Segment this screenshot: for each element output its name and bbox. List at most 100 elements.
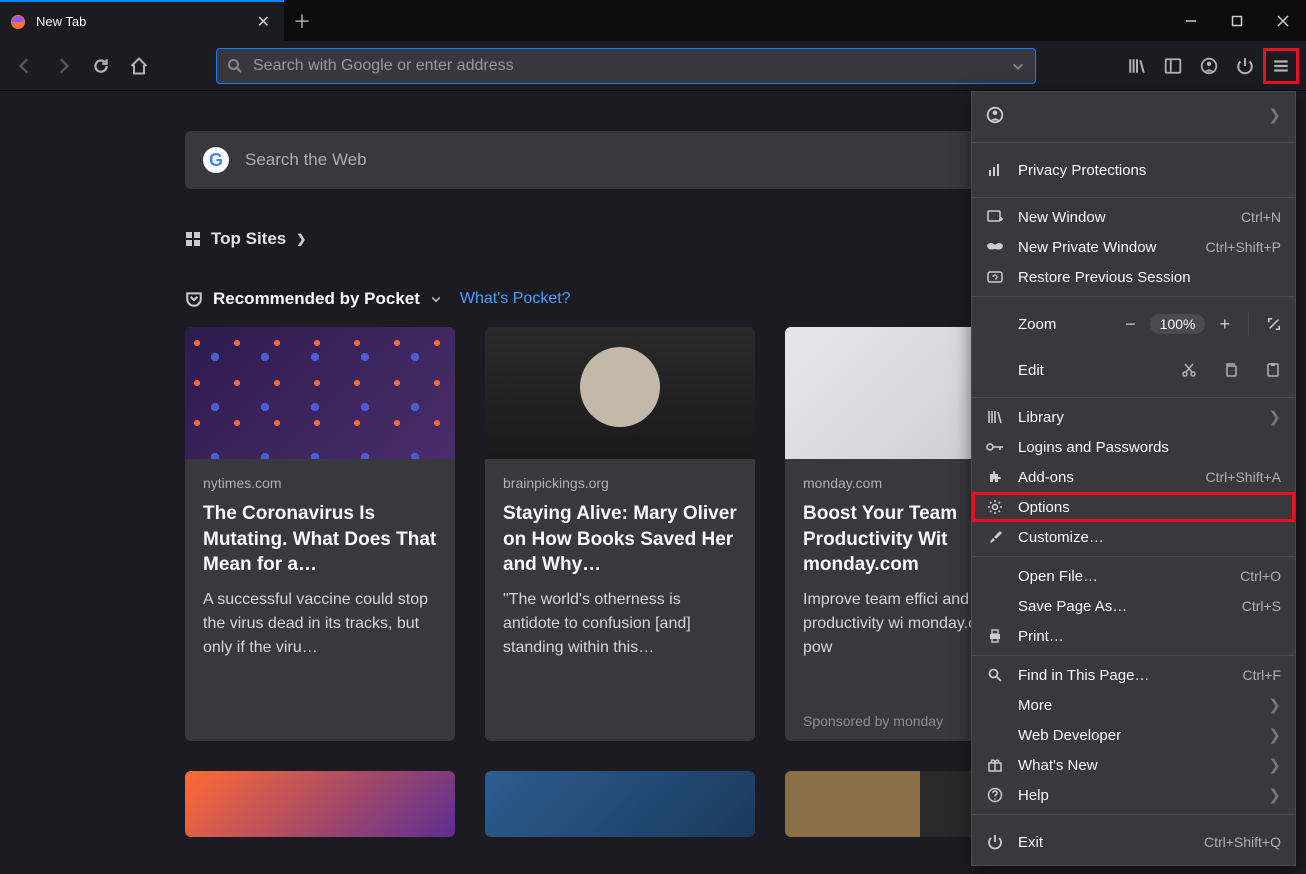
menu-label: Find in This Page… — [1018, 667, 1229, 684]
menu-options[interactable]: Options — [972, 492, 1295, 522]
puzzle-icon — [986, 468, 1004, 486]
pocket-card[interactable] — [185, 771, 455, 837]
help-icon — [986, 786, 1004, 804]
close-tab-icon[interactable]: ✕ — [253, 12, 274, 32]
titlebar: New Tab ✕ ＋ — [0, 0, 1306, 41]
chevron-right-icon: ❯ — [1268, 696, 1281, 714]
zoom-in-button[interactable]: + — [1219, 314, 1230, 335]
minimize-button[interactable] — [1168, 0, 1214, 41]
menu-new-private[interactable]: New Private Window Ctrl+Shift+P — [972, 232, 1295, 262]
privacy-icon — [986, 161, 1004, 179]
menu-save-as[interactable]: Save Page As… Ctrl+S — [972, 591, 1295, 621]
url-bar[interactable] — [216, 48, 1036, 84]
chevron-right-icon: ❯ — [1268, 756, 1281, 774]
menu-label: Exit — [1018, 834, 1190, 851]
menu-label: Privacy Protections — [1018, 162, 1281, 179]
menu-new-window[interactable]: New Window Ctrl+N — [972, 202, 1295, 232]
back-button[interactable] — [8, 49, 42, 83]
shortcut: Ctrl+N — [1241, 209, 1281, 225]
menu-label: More — [1018, 697, 1254, 714]
menu-more[interactable]: More ❯ — [972, 690, 1295, 720]
pocket-label: Recommended by Pocket — [213, 289, 420, 309]
search-icon — [986, 666, 1004, 684]
forward-button[interactable] — [46, 49, 80, 83]
shortcut: Ctrl+O — [1240, 568, 1281, 584]
gift-icon — [986, 756, 1004, 774]
menu-find[interactable]: Find in This Page… Ctrl+F — [972, 660, 1295, 690]
library-icon — [986, 408, 1004, 426]
fullscreen-button[interactable] — [1267, 317, 1281, 331]
menu-label: New Private Window — [1018, 239, 1192, 256]
menu-label: Print… — [1018, 628, 1281, 645]
menu-account[interactable]: ❯ — [972, 92, 1295, 138]
chevron-right-icon: ❯ — [1268, 786, 1281, 804]
search-icon — [227, 58, 243, 74]
search-placeholder: Search the Web — [245, 150, 367, 170]
new-tab-button[interactable]: ＋ — [284, 0, 320, 41]
zoom-out-button[interactable]: − — [1125, 314, 1136, 335]
print-icon — [986, 627, 1004, 645]
paste-button[interactable] — [1265, 362, 1281, 378]
google-logo-icon: G — [203, 147, 229, 173]
menu-label: Restore Previous Session — [1018, 269, 1281, 286]
account-icon[interactable] — [1192, 49, 1226, 83]
zoom-value[interactable]: 100% — [1150, 314, 1206, 334]
library-icon[interactable] — [1120, 49, 1154, 83]
menu-print[interactable]: Print… — [972, 621, 1295, 651]
chevron-right-icon: ❯ — [296, 232, 306, 246]
reload-button[interactable] — [84, 49, 118, 83]
pocket-card[interactable]: brainpickings.org Staying Alive: Mary Ol… — [485, 327, 755, 741]
menu-logins[interactable]: Logins and Passwords — [972, 432, 1295, 462]
pocket-icon — [185, 290, 203, 308]
firefox-favicon — [10, 14, 26, 30]
menu-open-file[interactable]: Open File… Ctrl+O — [972, 561, 1295, 591]
dropdown-icon[interactable] — [1011, 59, 1025, 73]
copy-button[interactable] — [1223, 362, 1239, 378]
menu-privacy[interactable]: Privacy Protections — [972, 147, 1295, 193]
menu-whats-new[interactable]: What's New ❯ — [972, 750, 1295, 780]
cut-button[interactable] — [1181, 362, 1197, 378]
restore-icon — [986, 268, 1004, 286]
menu-web-developer[interactable]: Web Developer ❯ — [972, 720, 1295, 750]
card-thumbnail — [185, 327, 455, 459]
maximize-button[interactable] — [1214, 0, 1260, 41]
toolbar — [0, 41, 1306, 91]
gear-icon — [986, 498, 1004, 516]
chevron-right-icon: ❯ — [1268, 408, 1281, 426]
menu-label: Zoom — [1018, 316, 1111, 333]
pocket-card[interactable]: nytimes.com The Coronavirus Is Mutating.… — [185, 327, 455, 741]
card-thumbnail — [485, 327, 755, 459]
app-menu-button[interactable] — [1264, 49, 1298, 83]
card-excerpt: "The world's otherness is antidote to co… — [503, 588, 737, 660]
home-button[interactable] — [122, 49, 156, 83]
menu-zoom: Zoom − 100% + — [972, 301, 1295, 347]
menu-label: What's New — [1018, 757, 1254, 774]
pocket-card[interactable] — [485, 771, 755, 837]
shortcut: Ctrl+S — [1242, 598, 1281, 614]
shortcut: Ctrl+F — [1243, 667, 1282, 683]
menu-help[interactable]: Help ❯ — [972, 780, 1295, 810]
shortcut: Ctrl+Shift+Q — [1204, 834, 1281, 850]
menu-addons[interactable]: Add-ons Ctrl+Shift+A — [972, 462, 1295, 492]
menu-label: Add-ons — [1018, 469, 1192, 486]
menu-label: Options — [1018, 499, 1281, 516]
app-menu: ❯ Privacy Protections New Window Ctrl+N … — [971, 91, 1296, 866]
url-input[interactable] — [253, 57, 1001, 75]
browser-tab[interactable]: New Tab ✕ — [0, 0, 284, 41]
menu-label: Edit — [1018, 362, 1167, 379]
menu-label: Customize… — [1018, 529, 1281, 546]
sidebar-icon[interactable] — [1156, 49, 1190, 83]
menu-library[interactable]: Library ❯ — [972, 402, 1295, 432]
tab-title: New Tab — [36, 14, 253, 29]
menu-exit[interactable]: Exit Ctrl+Shift+Q — [972, 819, 1295, 865]
window-controls — [1168, 0, 1306, 41]
menu-customize[interactable]: Customize… — [972, 522, 1295, 552]
power-icon[interactable] — [1228, 49, 1262, 83]
chevron-right-icon: ❯ — [1268, 726, 1281, 744]
top-sites-label: Top Sites — [211, 229, 286, 249]
shortcut: Ctrl+Shift+P — [1206, 239, 1281, 255]
whats-pocket-link[interactable]: What's Pocket? — [460, 290, 571, 308]
menu-label: Web Developer — [1018, 727, 1254, 744]
close-window-button[interactable] — [1260, 0, 1306, 41]
menu-restore-session[interactable]: Restore Previous Session — [972, 262, 1295, 292]
